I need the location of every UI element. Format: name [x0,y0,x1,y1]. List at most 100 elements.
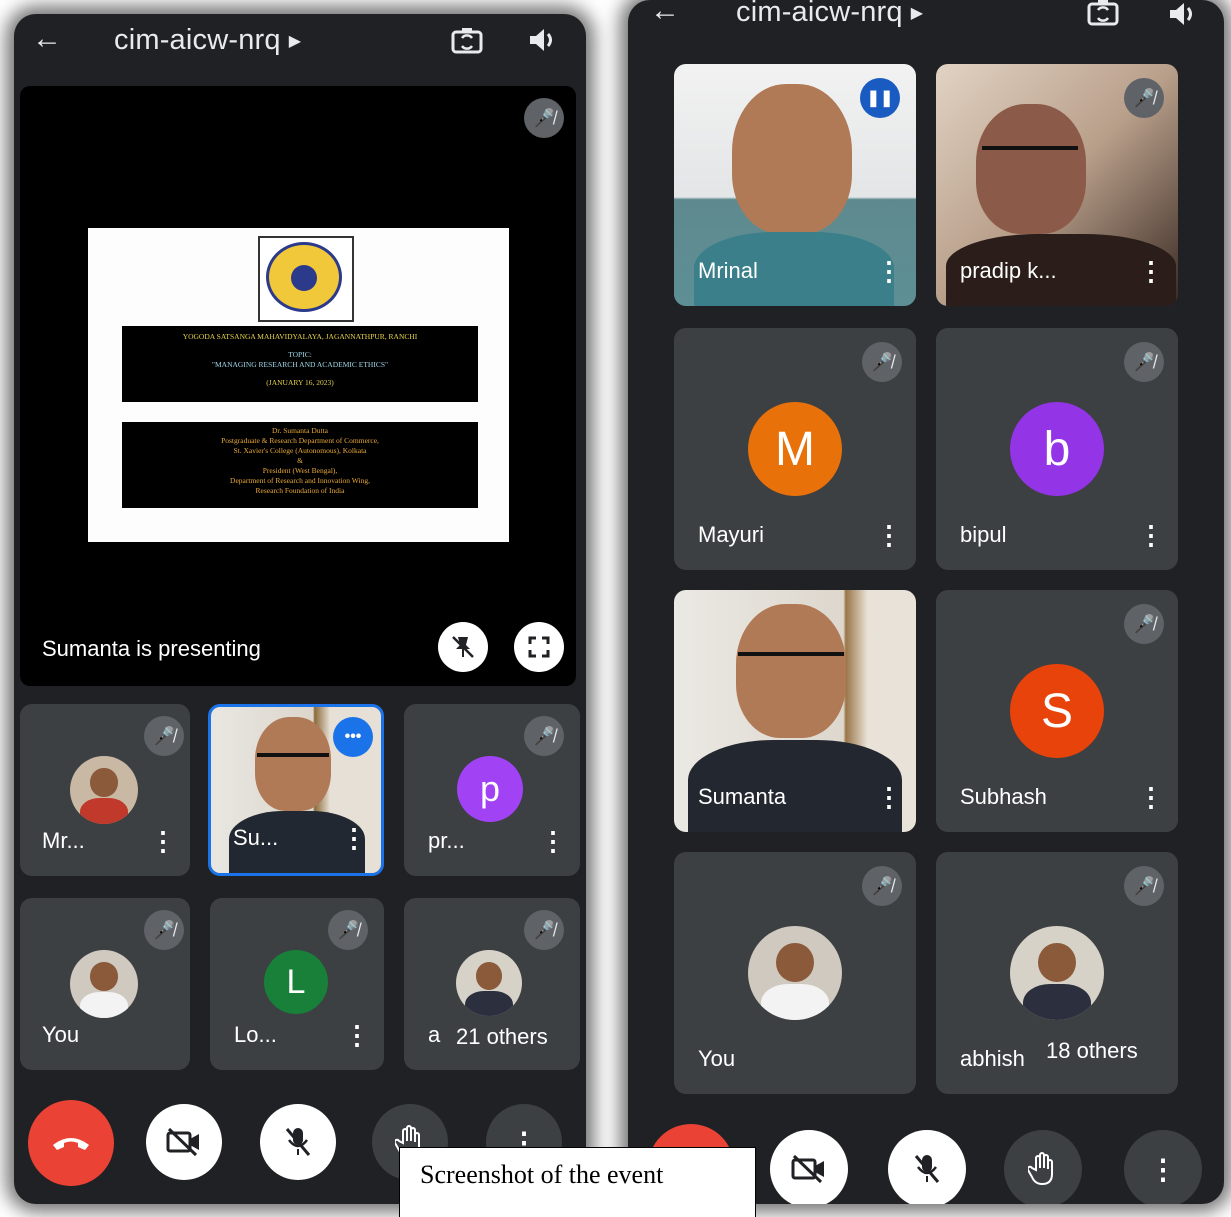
camera-toggle-button[interactable] [146,1104,222,1180]
fullscreen-icon[interactable] [514,622,564,672]
participant-tile[interactable]: 🎤̸ You [20,898,190,1070]
avatar-initial: S [1010,664,1104,758]
more-vert-icon[interactable]: ⋮ [876,784,902,810]
back-arrow-icon[interactable]: ← [650,0,680,28]
participant-tile-others[interactable]: 🎤̸ abhish 18 others [936,852,1178,1094]
right-phone-screen: ← cim-aicw-nrq ▶ ❚❚ Mrinal ⋮ 🎤̸ pradip k.… [628,0,1224,1204]
participant-tile[interactable]: 🎤̸ M Mayuri ⋮ [674,328,916,570]
mic-off-icon: 🎤̸ [524,716,564,756]
more-vert-icon: ⋮ [1149,1153,1177,1185]
mic-toggle-button[interactable] [888,1130,966,1204]
hand-icon [1028,1152,1053,1186]
mic-toggle-button[interactable] [260,1104,336,1180]
back-arrow-icon[interactable]: ← [32,22,62,56]
slide-speaker-name: Dr. Sumanta Dutta [271,426,329,435]
avatar [748,926,842,1020]
avatar [70,950,138,1018]
more-vert-icon[interactable]: ⋮ [1138,784,1164,810]
participant-tile-active[interactable]: ❚❚ Mrinal ⋮ [674,64,916,306]
participant-name: Su... [233,825,279,850]
slide-speaker-line: President (West Bengal), [262,466,338,475]
participant-tile[interactable]: 🎤̸ Mr... ⋮ [20,704,190,876]
end-call-button[interactable] [28,1100,114,1186]
meeting-code[interactable]: cim-aicw-nrq ▶ [736,0,923,29]
more-vert-icon[interactable]: ⋮ [344,1022,370,1048]
slide-date: (JANUARY 16, 2023) [266,378,334,387]
participant-name: Mrinal [698,258,758,283]
slide-speaker-box: Dr. Sumanta Dutta Postgraduate & Researc… [122,422,478,508]
participant-name: abhish [960,1046,1025,1071]
presentation-area[interactable]: 🎤̸ YOGODA SATSANGA MAHAVIDYALAYA, JAGANN… [20,86,576,686]
slide-speaker-line: Postgraduate & Research Department of Co… [221,436,379,445]
participant-tile-others[interactable]: 🎤̸ a 21 others [404,898,580,1070]
meeting-code-text: cim-aicw-nrq [114,24,281,56]
slide-speaker-line: & [297,456,303,465]
top-bar: ← cim-aicw-nrq ▶ [628,0,1224,40]
left-phone-screen: ← cim-aicw-nrq ▶ 🎤̸ YOGODA SATSANGA MAHAV… [14,14,586,1204]
speaker-icon[interactable] [526,24,558,56]
mic-off-icon: 🎤̸ [1124,78,1164,118]
participant-tile[interactable]: 🎤̸ pradip k... ⋮ [936,64,1178,306]
speaker-icon[interactable] [1166,0,1198,30]
presenting-label: Sumanta is presenting [42,636,261,661]
videocam-off-icon [166,1127,199,1157]
more-vert-icon[interactable]: ⋮ [876,522,902,548]
meeting-code-text: cim-aicw-nrq [736,0,903,28]
mic-off-icon: 🎤̸ [1124,604,1164,644]
participant-name: You [698,1046,736,1071]
mic-off-icon: 🎤̸ [144,910,184,950]
speaking-indicator-icon: ••• [333,717,373,757]
camera-switch-icon[interactable] [450,24,484,58]
mic-off-icon: 🎤̸ [1124,342,1164,382]
participant-name: Mayuri [698,522,765,547]
camera-switch-icon[interactable] [1086,0,1120,30]
more-vert-icon[interactable]: ⋮ [540,828,566,854]
participant-name: Lo... [234,1022,277,1047]
raise-hand-button[interactable] [1004,1130,1082,1204]
participant-tile-active[interactable]: ••• Su... ⋮ [208,704,384,876]
avatar [70,756,138,824]
avatar-initial: b [1010,402,1104,496]
speaking-indicator-icon: ❚❚ [860,78,900,118]
slide-speaker-line: St. Xavier's College (Autonomous), Kolka… [233,446,367,455]
participant-tile[interactable]: 🎤̸ b bipul ⋮ [936,328,1178,570]
more-vert-icon[interactable]: ⋮ [341,825,367,851]
avatar [1010,926,1104,1020]
pin-off-icon[interactable] [438,622,488,672]
participant-name: a [428,1022,441,1047]
presentation-slide: YOGODA SATSANGA MAHAVIDYALAYA, JAGANNATH… [88,228,509,542]
slide-speaker-line: Department of Research and Innovation Wi… [230,476,370,485]
meeting-code[interactable]: cim-aicw-nrq ▶ [114,24,301,57]
slide-speaker-line: Research Foundation of India [255,486,345,495]
participant-tile[interactable]: 🎤̸ p pr... ⋮ [404,704,580,876]
avatar-initial: L [264,950,328,1014]
mic-off-icon: 🎤̸ [524,910,564,950]
camera-toggle-button[interactable] [770,1130,848,1204]
yogoda-logo [258,236,354,322]
participant-tile[interactable]: Sumanta ⋮ [674,590,916,832]
caption-text: Screenshot of the event [420,1160,664,1189]
mic-off-icon: 🎤̸ [328,910,368,950]
more-vert-icon[interactable]: ⋮ [1138,258,1164,284]
others-count-badge: 18 others [1032,1032,1152,1070]
more-vert-icon[interactable]: ⋮ [1138,522,1164,548]
more-options-button[interactable]: ⋮ [1124,1130,1202,1204]
participant-name: Sumanta [698,784,787,809]
slide-topic: "MANAGING RESEARCH AND ACADEMIC ETHICS" [211,360,389,369]
participant-tile[interactable]: 🎤̸ S Subhash ⋮ [936,590,1178,832]
participant-tile[interactable]: 🎤̸ You [674,852,916,1094]
slide-topic-label: TOPIC: [288,350,312,359]
top-bar: ← cim-aicw-nrq ▶ [14,14,586,74]
more-vert-icon[interactable]: ⋮ [150,828,176,854]
participant-name: bipul [960,522,1007,547]
participant-name: You [42,1022,80,1047]
participant-tile[interactable]: 🎤̸ L Lo... ⋮ [210,898,384,1070]
mic-off-icon: 🎤̸ [1124,866,1164,906]
mic-off-icon: 🎤̸ [862,866,902,906]
participant-name: pr... [428,828,465,853]
mic-off-icon: 🎤̸ [144,716,184,756]
avatar-initial: M [748,402,842,496]
mic-off-icon [914,1155,940,1183]
more-vert-icon[interactable]: ⋮ [876,258,902,284]
participant-name: Subhash [960,784,1047,809]
